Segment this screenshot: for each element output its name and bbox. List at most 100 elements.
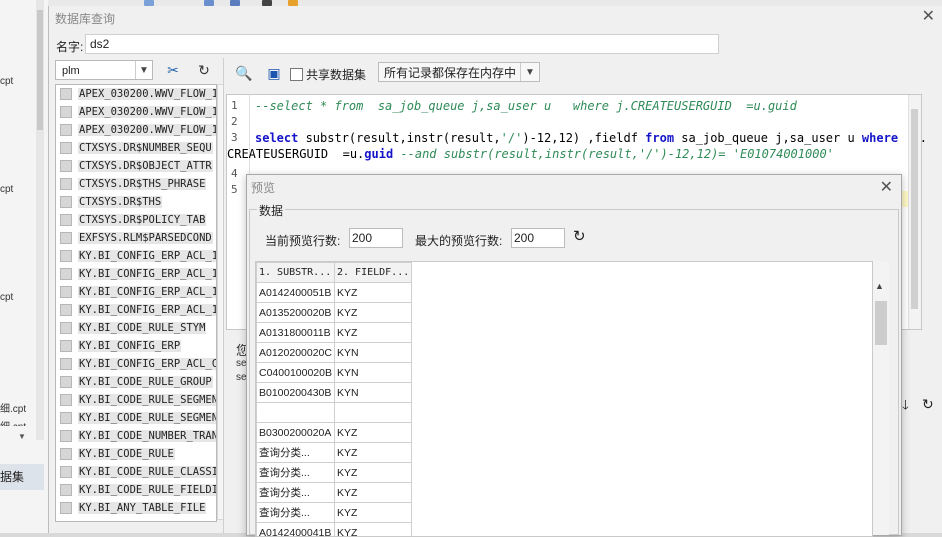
table-list-item[interactable]: KY.BI_CODE_RULE_STYM	[56, 319, 216, 337]
table-list-item[interactable]: CTXSYS.DR$NUMBER_SEQU	[56, 139, 216, 157]
table-row[interactable]: A0120200020CKYN	[257, 343, 412, 363]
table-row[interactable]: A0142400051BKYZ	[257, 283, 412, 303]
background-file-item[interactable]: cpt	[0, 184, 13, 195]
connection-select[interactable]: plm ▼	[55, 60, 153, 80]
table-row[interactable]: 查询分类...KYZ	[257, 483, 412, 503]
share-dataset-checkbox[interactable]	[290, 68, 303, 81]
table-list-item[interactable]: KY.BI_CONFIG_ERP	[56, 337, 216, 355]
table-cell[interactable]: A0131800011B	[257, 323, 335, 343]
data-group-label: 数据	[257, 202, 285, 219]
table-cell[interactable]: A0135200020B	[257, 303, 335, 323]
table-list-item[interactable]: KY.BI_CONFIG_ERP_ACL_1	[56, 301, 216, 319]
column-header[interactable]: 2. FIELDF...	[334, 263, 411, 283]
preview-icon[interactable]: 🔍	[232, 62, 256, 84]
table-row[interactable]	[257, 403, 412, 423]
column-header[interactable]: 1. SUBSTR...	[257, 263, 335, 283]
table-cell[interactable]: KYZ	[334, 503, 411, 523]
table-list-item[interactable]: APEX_030200.WWV_FLOW_1	[56, 103, 216, 121]
table-list-item[interactable]: KY.BI_CONFIG_ERP_ACL_1	[56, 265, 216, 283]
table-list-item[interactable]: KY.BI_CODE_RULE_CLASSI	[56, 463, 216, 481]
table-cell[interactable]: KYZ	[334, 443, 411, 463]
scroll-down-icon[interactable]: ▼	[18, 432, 26, 441]
table-cell[interactable]: B0100200430B	[257, 383, 335, 403]
table-list-item[interactable]: CTXSYS.DR$THS_PHRASE	[56, 175, 216, 193]
table-cell[interactable]	[257, 403, 335, 423]
background-file-item[interactable]: cpt	[0, 76, 13, 87]
table-cell[interactable]: 查询分类...	[257, 463, 335, 483]
grid-scrollbar[interactable]: ▲	[873, 261, 889, 535]
table-list-item[interactable]: KY.BI_CONFIG_ERP_ACL_C	[56, 355, 216, 373]
chevron-down-icon[interactable]: ▼	[520, 63, 539, 81]
chevron-down-icon[interactable]: ▼	[135, 61, 152, 79]
table-row[interactable]: C0400100020BKYN	[257, 363, 412, 383]
background-file-item[interactable]: 细.cpt	[0, 418, 26, 426]
table-cell[interactable]: A0142400051B	[257, 283, 335, 303]
editor-scrollbar[interactable]	[908, 95, 921, 329]
table-list-item[interactable]: KY.BI_ANY_TABLE_FILE	[56, 499, 216, 517]
table-list-item[interactable]: KY.BI_CODE_RULE_SEGMEN	[56, 391, 216, 409]
background-file-item[interactable]: cpt	[0, 292, 13, 303]
close-icon[interactable]: ✕	[922, 6, 935, 26]
table-list-item[interactable]: KY.BI_CODE_NUMBER_TRAN	[56, 427, 216, 445]
table-row[interactable]: A0131800011BKYZ	[257, 323, 412, 343]
table-row[interactable]: B0300200020AKYZ	[257, 423, 412, 443]
table-cell[interactable]: 查询分类...	[257, 503, 335, 523]
table-list-item[interactable]: KY.BI_CONFIG_ERP_ACL_1	[56, 247, 216, 265]
line-number: 5	[231, 183, 238, 196]
table-cell[interactable]: KYZ	[334, 523, 411, 537]
table-cell[interactable]: KYN	[334, 383, 411, 403]
tools-icon[interactable]: ✂	[161, 59, 185, 81]
background-file-item[interactable]: 细.cpt	[0, 400, 26, 415]
scroll-thumb[interactable]	[875, 301, 887, 345]
table-cell[interactable]: 查询分类...	[257, 483, 335, 503]
background-datasets-tab[interactable]: 据集	[0, 464, 44, 490]
table-cell[interactable]: KYZ	[334, 323, 411, 343]
current-rows-input[interactable]: 200	[349, 228, 403, 248]
table-icon	[60, 286, 72, 298]
table-list-item[interactable]: KY.BI_CODE_RULE	[56, 445, 216, 463]
arrow-down-icon[interactable]: 🡓	[902, 396, 909, 418]
table-name: KY.BI_CONFIG_ERP_ACL_1	[78, 286, 216, 298]
memory-mode-select[interactable]: 所有记录都保存在内存中 ▼	[378, 62, 540, 82]
table-list-item[interactable]: KY.BI_CODE_RULE_GROUP	[56, 373, 216, 391]
table-list-item[interactable]: CTXSYS.DR$POLICY_TAB	[56, 211, 216, 229]
refresh-icon[interactable]: ↻	[192, 59, 216, 81]
table-row[interactable]: 查询分类...KYZ	[257, 443, 412, 463]
refresh-icon[interactable]: ↻	[573, 227, 586, 245]
table-cell[interactable]: C0400100020B	[257, 363, 335, 383]
table-icon	[60, 340, 72, 352]
table-row[interactable]: 查询分类...KYZ	[257, 463, 412, 483]
table-list-item[interactable]: CTXSYS.DR$OBJECT_ATTR	[56, 157, 216, 175]
table-list-item[interactable]: KY.BI_CODE_RULE_FIELDI	[56, 481, 216, 499]
save-icon[interactable]: ▣	[262, 62, 286, 84]
table-list-item[interactable]: CTXSYS.DR$THS	[56, 193, 216, 211]
table-icon	[60, 412, 72, 424]
table-icon	[60, 502, 72, 514]
close-icon[interactable]: ✕	[880, 177, 893, 197]
table-cell[interactable]: KYZ	[334, 423, 411, 443]
table-row[interactable]: A0142400041BKYZ	[257, 523, 412, 537]
table-list-item[interactable]: KY.BI_CONFIG_ERP_ACL_1	[56, 283, 216, 301]
table-list-item[interactable]: EXFSYS.RLM$PARSEDCOND	[56, 229, 216, 247]
table-row[interactable]: 查询分类...KYZ	[257, 503, 412, 523]
name-input[interactable]: ds2	[85, 34, 719, 54]
table-cell[interactable]: B0300200020A	[257, 423, 335, 443]
table-list-item[interactable]: KY.BI_CODE_RULE_SEGMEN	[56, 409, 216, 427]
table-cell[interactable]: KYZ	[334, 483, 411, 503]
table-cell[interactable]: KYZ	[334, 283, 411, 303]
table-list-item[interactable]: APEX_030200.WWV_FLOW_1	[56, 121, 216, 139]
table-cell[interactable]	[334, 403, 411, 423]
table-row[interactable]: A0135200020BKYZ	[257, 303, 412, 323]
table-cell[interactable]: A0120200020C	[257, 343, 335, 363]
max-rows-input[interactable]: 200	[511, 228, 565, 248]
table-cell[interactable]: KYN	[334, 363, 411, 383]
refresh-icon[interactable]: ↻	[922, 396, 934, 413]
table-cell[interactable]: KYN	[334, 343, 411, 363]
table-list-item[interactable]: APEX_030200.WWV_FLOW_1	[56, 85, 216, 103]
table-row[interactable]: B0100200430BKYN	[257, 383, 412, 403]
table-cell[interactable]: KYZ	[334, 303, 411, 323]
table-cell[interactable]: KYZ	[334, 463, 411, 483]
table-cell[interactable]: A0142400041B	[257, 523, 335, 537]
scroll-up-icon[interactable]: ▲	[875, 281, 884, 291]
table-cell[interactable]: 查询分类...	[257, 443, 335, 463]
